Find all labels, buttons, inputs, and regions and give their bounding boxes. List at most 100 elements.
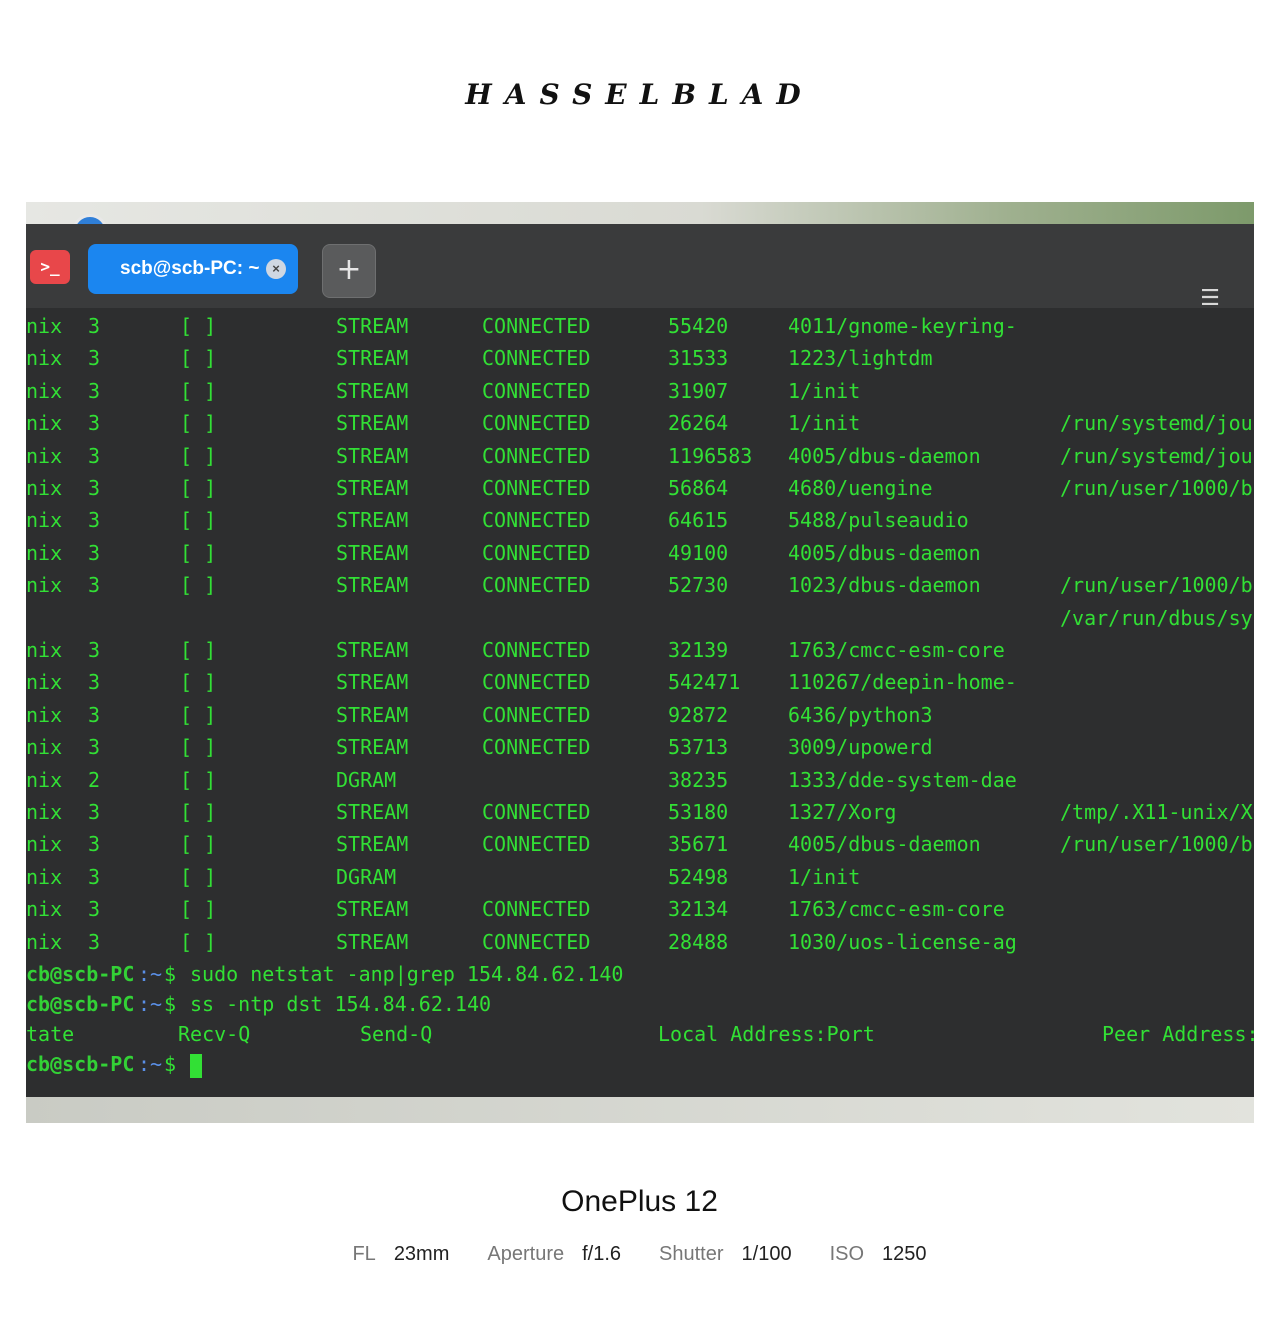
cell-state: CONNECTED <box>482 800 591 824</box>
prompt-sign: $ <box>164 992 177 1016</box>
cell-type: STREAM <box>336 800 409 824</box>
shutter-value: 1/100 <box>741 1243 792 1265</box>
terminal-window: >_ scb@scb-PC: ~ × + ☰ nix 3 [ ] STREAM CONN… <box>26 224 1254 1099</box>
terminal-row: nix 3 [ ] STREAM CONNECTED 55420 4011/gnome-ke… <box>26 314 1254 342</box>
cell-path: /tmp/.X11-unix/X0 <box>1060 800 1254 824</box>
cell-type: STREAM <box>336 897 409 922</box>
cell-inode: 32134 <box>668 897 729 922</box>
command-text: ss -ntp dst 154.84.62.140 <box>190 992 492 1016</box>
cell-flags: [ ] <box>180 540 217 565</box>
iso-value: 1250 <box>882 1243 927 1265</box>
cell-pid-program: 1763/cmcc-esm-core <box>788 897 1005 922</box>
cell-inode: 1196583 <box>668 443 753 468</box>
cell-path: /run/user/1000/b <box>1060 573 1253 598</box>
cell-proto: nix <box>26 540 63 565</box>
cell-path: /run/user/1000/b <box>1060 476 1253 500</box>
cell-type: STREAM <box>336 702 409 727</box>
cell-flags: [ ] <box>180 573 217 598</box>
desktop-background-bottom <box>26 1097 1254 1123</box>
command-text: sudo netstat -anp|grep 154.84.62.140 <box>190 962 624 986</box>
cursor[interactable] <box>190 1052 202 1078</box>
cell-flags: [ ] <box>180 735 217 760</box>
menu-icon[interactable]: ☰ <box>1196 288 1224 310</box>
terminal-row: nix 3 [ ] STREAM CONNECTED 49100 4005/dbus-dae… <box>26 541 1254 569</box>
cell-pid-program: 4005/dbus-daemon <box>788 443 981 468</box>
cell-flags: [ ] <box>180 702 217 727</box>
add-tab-button[interactable]: + <box>322 244 376 298</box>
cell-proto: nix <box>26 800 63 824</box>
cell-inode: 53180 <box>668 800 729 824</box>
terminal-row: nix 3 [ ] STREAM CONNECTED 1196583 4005/dbus-d… <box>26 444 1254 472</box>
terminal-output[interactable]: nix 3 [ ] STREAM CONNECTED 55420 4011/gnome-ke… <box>26 308 1254 1098</box>
cell-refcnt: 3 <box>88 573 101 598</box>
cell-proto: nix <box>26 573 63 598</box>
cell-flags: [ ] <box>180 929 217 954</box>
cell-flags: [ ] <box>180 670 217 695</box>
cell-flags: [ ] <box>180 346 217 371</box>
aperture-label: Aperture <box>487 1243 565 1265</box>
cell-refcnt: 3 <box>88 638 101 662</box>
cell-type: STREAM <box>336 476 409 500</box>
cell-inode: 31533 <box>668 346 729 371</box>
terminal-row: nix 3 [ ] STREAM CONNECTED 92872 6436/python3 <box>26 703 1254 731</box>
fl-value: 23mm <box>393 1243 450 1265</box>
cell-refcnt: 3 <box>88 476 101 500</box>
cell-flags: [ ] <box>180 897 217 922</box>
prompt-path: :~ <box>138 962 163 986</box>
tab-label: scb@scb-PC: ~ <box>120 258 260 279</box>
cell-refcnt: 3 <box>88 864 101 889</box>
cell-state: CONNECTED <box>482 314 591 338</box>
cell-refcnt: 3 <box>88 800 101 824</box>
cell-flags: [ ] <box>180 411 217 436</box>
cell-pid-program: 1333/dde-system-dae <box>788 767 1017 792</box>
prompt-user: cb@scb-PC <box>26 962 135 986</box>
cell-proto: nix <box>26 832 63 857</box>
cell-pid-program: 4005/dbus-daemon <box>788 832 981 857</box>
cell-type: STREAM <box>336 443 409 468</box>
cell-flags: [ ] <box>180 378 217 403</box>
cell-type: STREAM <box>336 929 409 954</box>
command-line: cb@scb-PC:~ $ ss -ntp dst 154.84.62.140 <box>26 992 1254 1020</box>
cell-pid-program: 4680/uengine <box>788 476 933 500</box>
cell-type: STREAM <box>336 346 409 371</box>
prompt-user: cb@scb-PC <box>26 992 135 1016</box>
cell-inode: 53713 <box>668 735 729 760</box>
cell-refcnt: 3 <box>88 540 101 565</box>
cell-path: /run/user/1000/bu <box>1060 832 1254 857</box>
cell-type: STREAM <box>336 314 409 338</box>
iso-label: ISO <box>829 1243 865 1265</box>
close-icon[interactable]: × <box>266 259 286 279</box>
terminal-icon[interactable]: >_ <box>30 250 70 284</box>
terminal-row: nix 3 [ ] STREAM CONNECTED 53180 1327/Xorg/tmp… <box>26 800 1254 828</box>
terminal-row: /var/run/dbus/sy <box>26 606 1254 634</box>
cell-refcnt: 3 <box>88 735 101 760</box>
terminal-row: nix 3 [ ] STREAM CONNECTED 53713 3009/upowerd <box>26 735 1254 763</box>
tab-terminal[interactable]: scb@scb-PC: ~ × <box>88 244 298 294</box>
cell-inode: 26264 <box>668 411 729 436</box>
terminal-row: nix 3 [ ] STREAM CONNECTED 26264 1/init/run/sy… <box>26 411 1254 439</box>
cell-type: STREAM <box>336 540 409 565</box>
cell-inode: 31907 <box>668 378 729 403</box>
cell-inode: 28488 <box>668 929 729 954</box>
prompt-sign: $ <box>164 962 177 986</box>
cell-inode: 52498 <box>668 864 729 889</box>
cell-state: CONNECTED <box>482 929 591 954</box>
ss-header-cell: Send-Q <box>360 1022 433 1046</box>
cell-refcnt: 3 <box>88 346 101 371</box>
ss-header-cell: Peer Address: <box>1102 1022 1254 1046</box>
prompt-path: :~ <box>138 1052 163 1076</box>
ss-header-cell: tate <box>26 1022 75 1046</box>
cell-pid-program: 6436/python3 <box>788 702 933 727</box>
cell-pid-program: 1223/lightdm <box>788 346 933 371</box>
prompt-path: :~ <box>138 992 163 1016</box>
terminal-row: nix 3 [ ] STREAM CONNECTED 32139 1763/cmcc-esm… <box>26 638 1254 666</box>
cell-proto: nix <box>26 638 63 662</box>
cell-path: /var/run/dbus/sy <box>1060 605 1253 630</box>
cell-flags: [ ] <box>180 767 217 792</box>
cell-proto: nix <box>26 314 63 338</box>
cell-inode: 92872 <box>668 702 729 727</box>
cell-refcnt: 2 <box>88 767 101 792</box>
cell-state: CONNECTED <box>482 508 591 533</box>
cell-flags: [ ] <box>180 443 217 468</box>
current-prompt[interactable]: cb@scb-PC:~ $ <box>26 1052 1254 1080</box>
